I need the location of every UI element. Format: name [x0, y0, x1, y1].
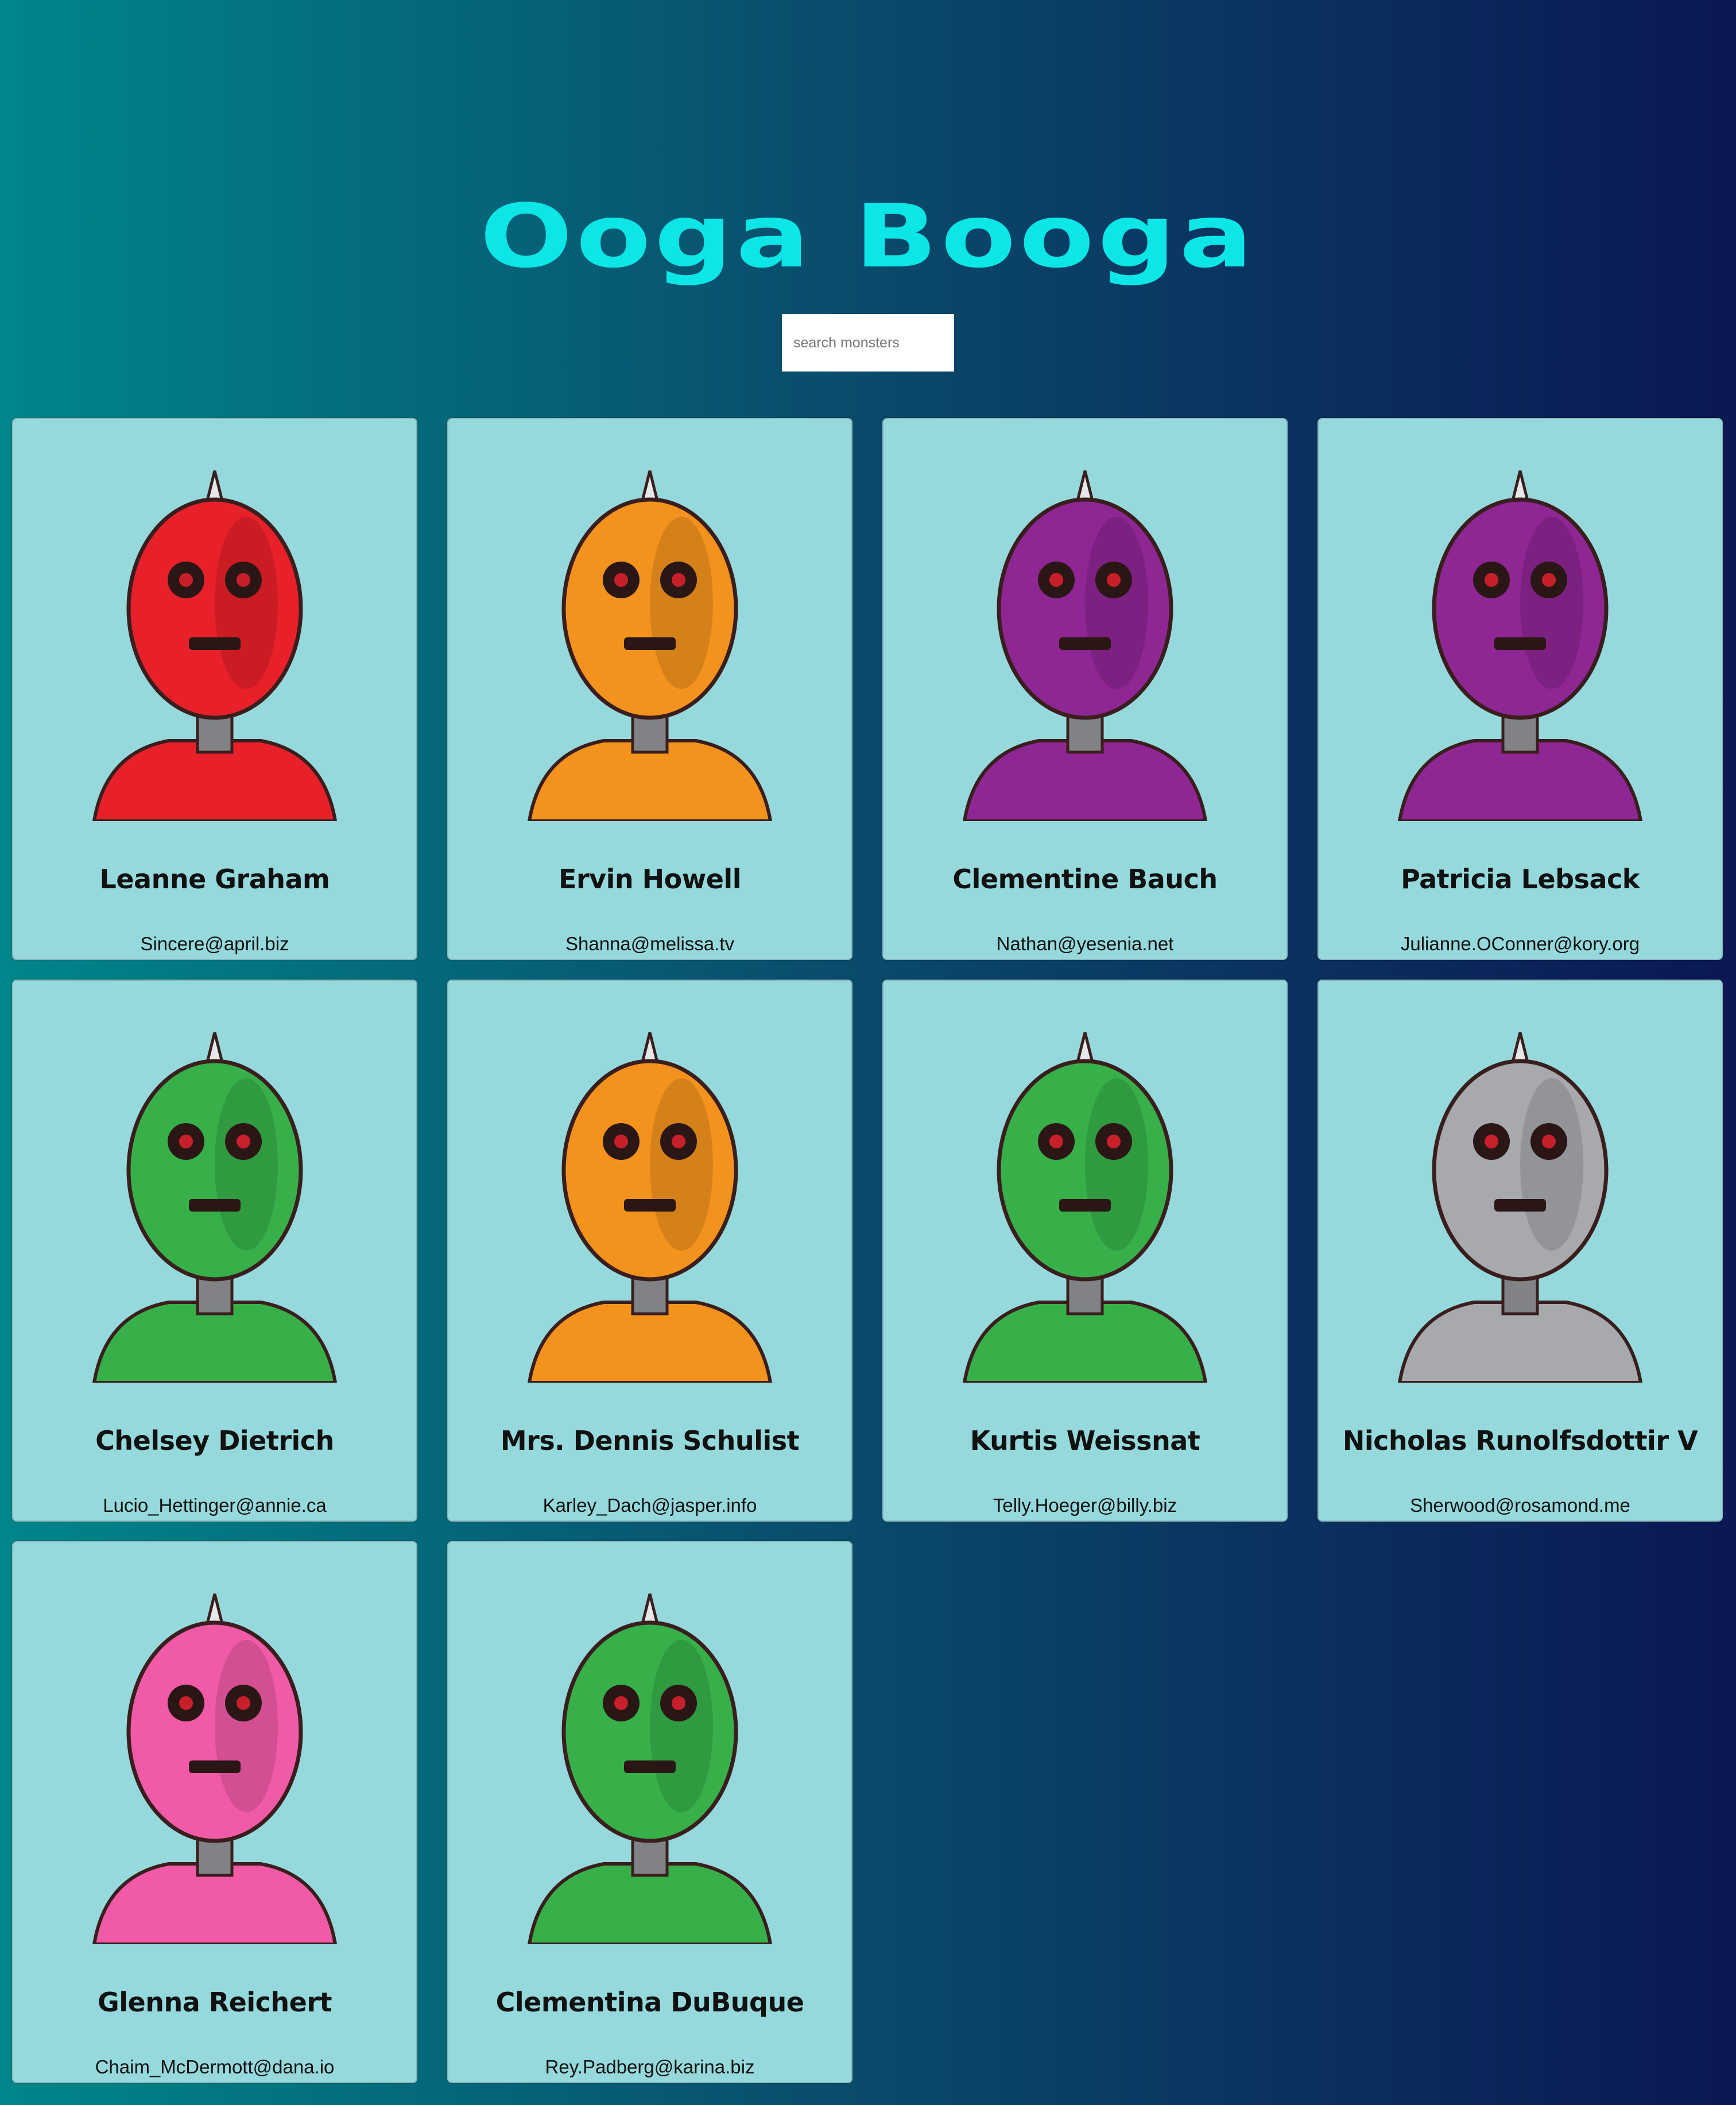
- monster-name: Chelsey Dietrich: [95, 1425, 334, 1457]
- monster-email: Shanna@melissa.tv: [565, 933, 734, 954]
- app-title: Ooga Booga: [479, 185, 1257, 288]
- purple-robot-icon: [896, 454, 1274, 821]
- monster-card[interactable]: Leanne Graham Sincere@april.biz: [12, 418, 417, 960]
- purple-robot-icon: [1331, 454, 1710, 821]
- monster-email: Sherwood@rosamond.me: [1410, 1495, 1630, 1516]
- monster-email: Telly.Hoeger@billy.biz: [993, 1495, 1177, 1516]
- monster-name: Patricia Lebsack: [1401, 864, 1640, 895]
- monster-name: Ervin Howell: [559, 864, 741, 895]
- monster-name: Clementina DuBuque: [495, 1987, 804, 2018]
- green-robot-icon: [25, 1015, 404, 1383]
- monster-email: Julianne.OConner@kory.org: [1400, 933, 1640, 954]
- monster-name: Leanne Graham: [99, 864, 330, 895]
- monster-card[interactable]: Patricia Lebsack Julianne.OConner@kory.or…: [1318, 418, 1723, 960]
- monster-email: Lucio_Hettinger@annie.ca: [103, 1495, 327, 1516]
- card-list: Leanne Graham Sincere@april.biz Ervin Howe…: [12, 418, 1723, 2083]
- monster-card[interactable]: Glenna Reichert Chaim_McDermott@dana.io: [12, 1541, 417, 2083]
- monster-name: Glenna Reichert: [97, 1987, 332, 2018]
- pink-robot-icon: [25, 1577, 404, 1944]
- monster-card[interactable]: Clementina DuBuque Rey.Padberg@karina.biz: [447, 1541, 852, 2083]
- monster-card[interactable]: Kurtis Weissnat Telly.Hoeger@billy.biz: [882, 980, 1288, 1522]
- orange-robot-icon: [460, 454, 839, 821]
- monster-email: Karley_Dach@jasper.info: [542, 1495, 757, 1516]
- monster-name: Clementine Bauch: [952, 864, 1218, 895]
- red-robot-icon: [25, 454, 404, 821]
- monster-name: Mrs. Dennis Schulist: [500, 1425, 800, 1457]
- monster-card[interactable]: Clementine Bauch Nathan@yesenia.net: [882, 418, 1288, 960]
- grey-robot-icon: [1331, 1015, 1710, 1383]
- monster-card[interactable]: Nicholas Runolfsdottir V Sherwood@rosamon…: [1318, 980, 1723, 1522]
- monster-card[interactable]: Mrs. Dennis Schulist Karley_Dach@jasper.i…: [447, 980, 852, 1522]
- monster-email: Chaim_McDermott@dana.io: [95, 2056, 335, 2077]
- search-input[interactable]: [782, 314, 954, 372]
- monster-card[interactable]: Ervin Howell Shanna@melissa.tv: [447, 418, 852, 960]
- monster-email: Rey.Padberg@karina.biz: [545, 2056, 755, 2077]
- monster-email: Sincere@april.biz: [140, 933, 289, 954]
- green-robot-icon: [896, 1015, 1274, 1383]
- monster-name: Nicholas Runolfsdottir V: [1342, 1425, 1698, 1457]
- monster-name: Kurtis Weissnat: [970, 1425, 1200, 1457]
- monster-email: Nathan@yesenia.net: [996, 933, 1174, 954]
- monster-card[interactable]: Chelsey Dietrich Lucio_Hettinger@annie.ca: [12, 980, 417, 1522]
- green-robot-icon: [460, 1577, 839, 1944]
- orange-robot-icon: [460, 1015, 839, 1383]
